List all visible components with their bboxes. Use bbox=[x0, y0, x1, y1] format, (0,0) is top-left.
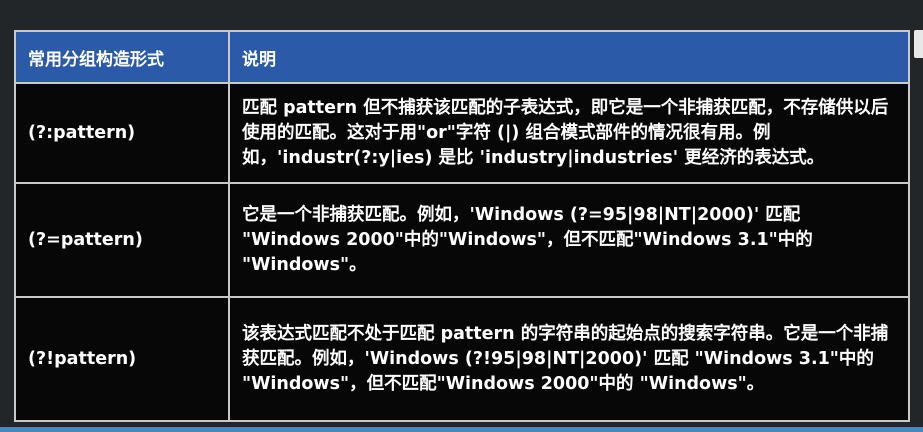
syntax-cell: (?!pattern) bbox=[14, 296, 230, 422]
description-text: 它是一个非捕获匹配。例如，'Windows (?=95|98|NT|2000)'… bbox=[242, 204, 813, 275]
header-construct-form: 常用分组构造形式 bbox=[14, 30, 230, 84]
scrollbar-handle[interactable] bbox=[914, 30, 923, 58]
description-cell: 匹配 pattern 但不捕获该匹配的子表达式，即它是一个非捕获匹配，不存储供以… bbox=[228, 82, 910, 184]
syntax-cell: (?:pattern) bbox=[14, 82, 230, 184]
bottom-accent-bar bbox=[0, 427, 923, 432]
description-cell: 它是一个非捕获匹配。例如，'Windows (?=95|98|NT|2000)'… bbox=[228, 182, 910, 298]
grouping-construct-table: 常用分组构造形式 说明 (?:pattern) 匹配 pattern 但不捕获该… bbox=[14, 30, 910, 422]
table-row: (?=pattern) 它是一个非捕获匹配。例如，'Windows (?=95|… bbox=[14, 182, 910, 298]
table-row: (?!pattern) 该表达式匹配不处于匹配 pattern 的字符串的起始点… bbox=[14, 296, 910, 422]
description-cell: 该表达式匹配不处于匹配 pattern 的字符串的起始点的搜索字符串。它是一个非… bbox=[228, 296, 910, 422]
syntax-cell: (?=pattern) bbox=[14, 182, 230, 298]
table-header-row: 常用分组构造形式 说明 bbox=[14, 30, 910, 84]
header-description: 说明 bbox=[228, 30, 910, 84]
description-text: 匹配 pattern 但不捕获该匹配的子表达式，即它是一个非捕获匹配，不存储供以… bbox=[242, 97, 889, 168]
slide-frame: 常用分组构造形式 说明 (?:pattern) 匹配 pattern 但不捕获该… bbox=[0, 0, 923, 432]
table-row: (?:pattern) 匹配 pattern 但不捕获该匹配的子表达式，即它是一… bbox=[14, 82, 910, 184]
description-text: 该表达式匹配不处于匹配 pattern 的字符串的起始点的搜索字符串。它是一个非… bbox=[242, 323, 889, 394]
